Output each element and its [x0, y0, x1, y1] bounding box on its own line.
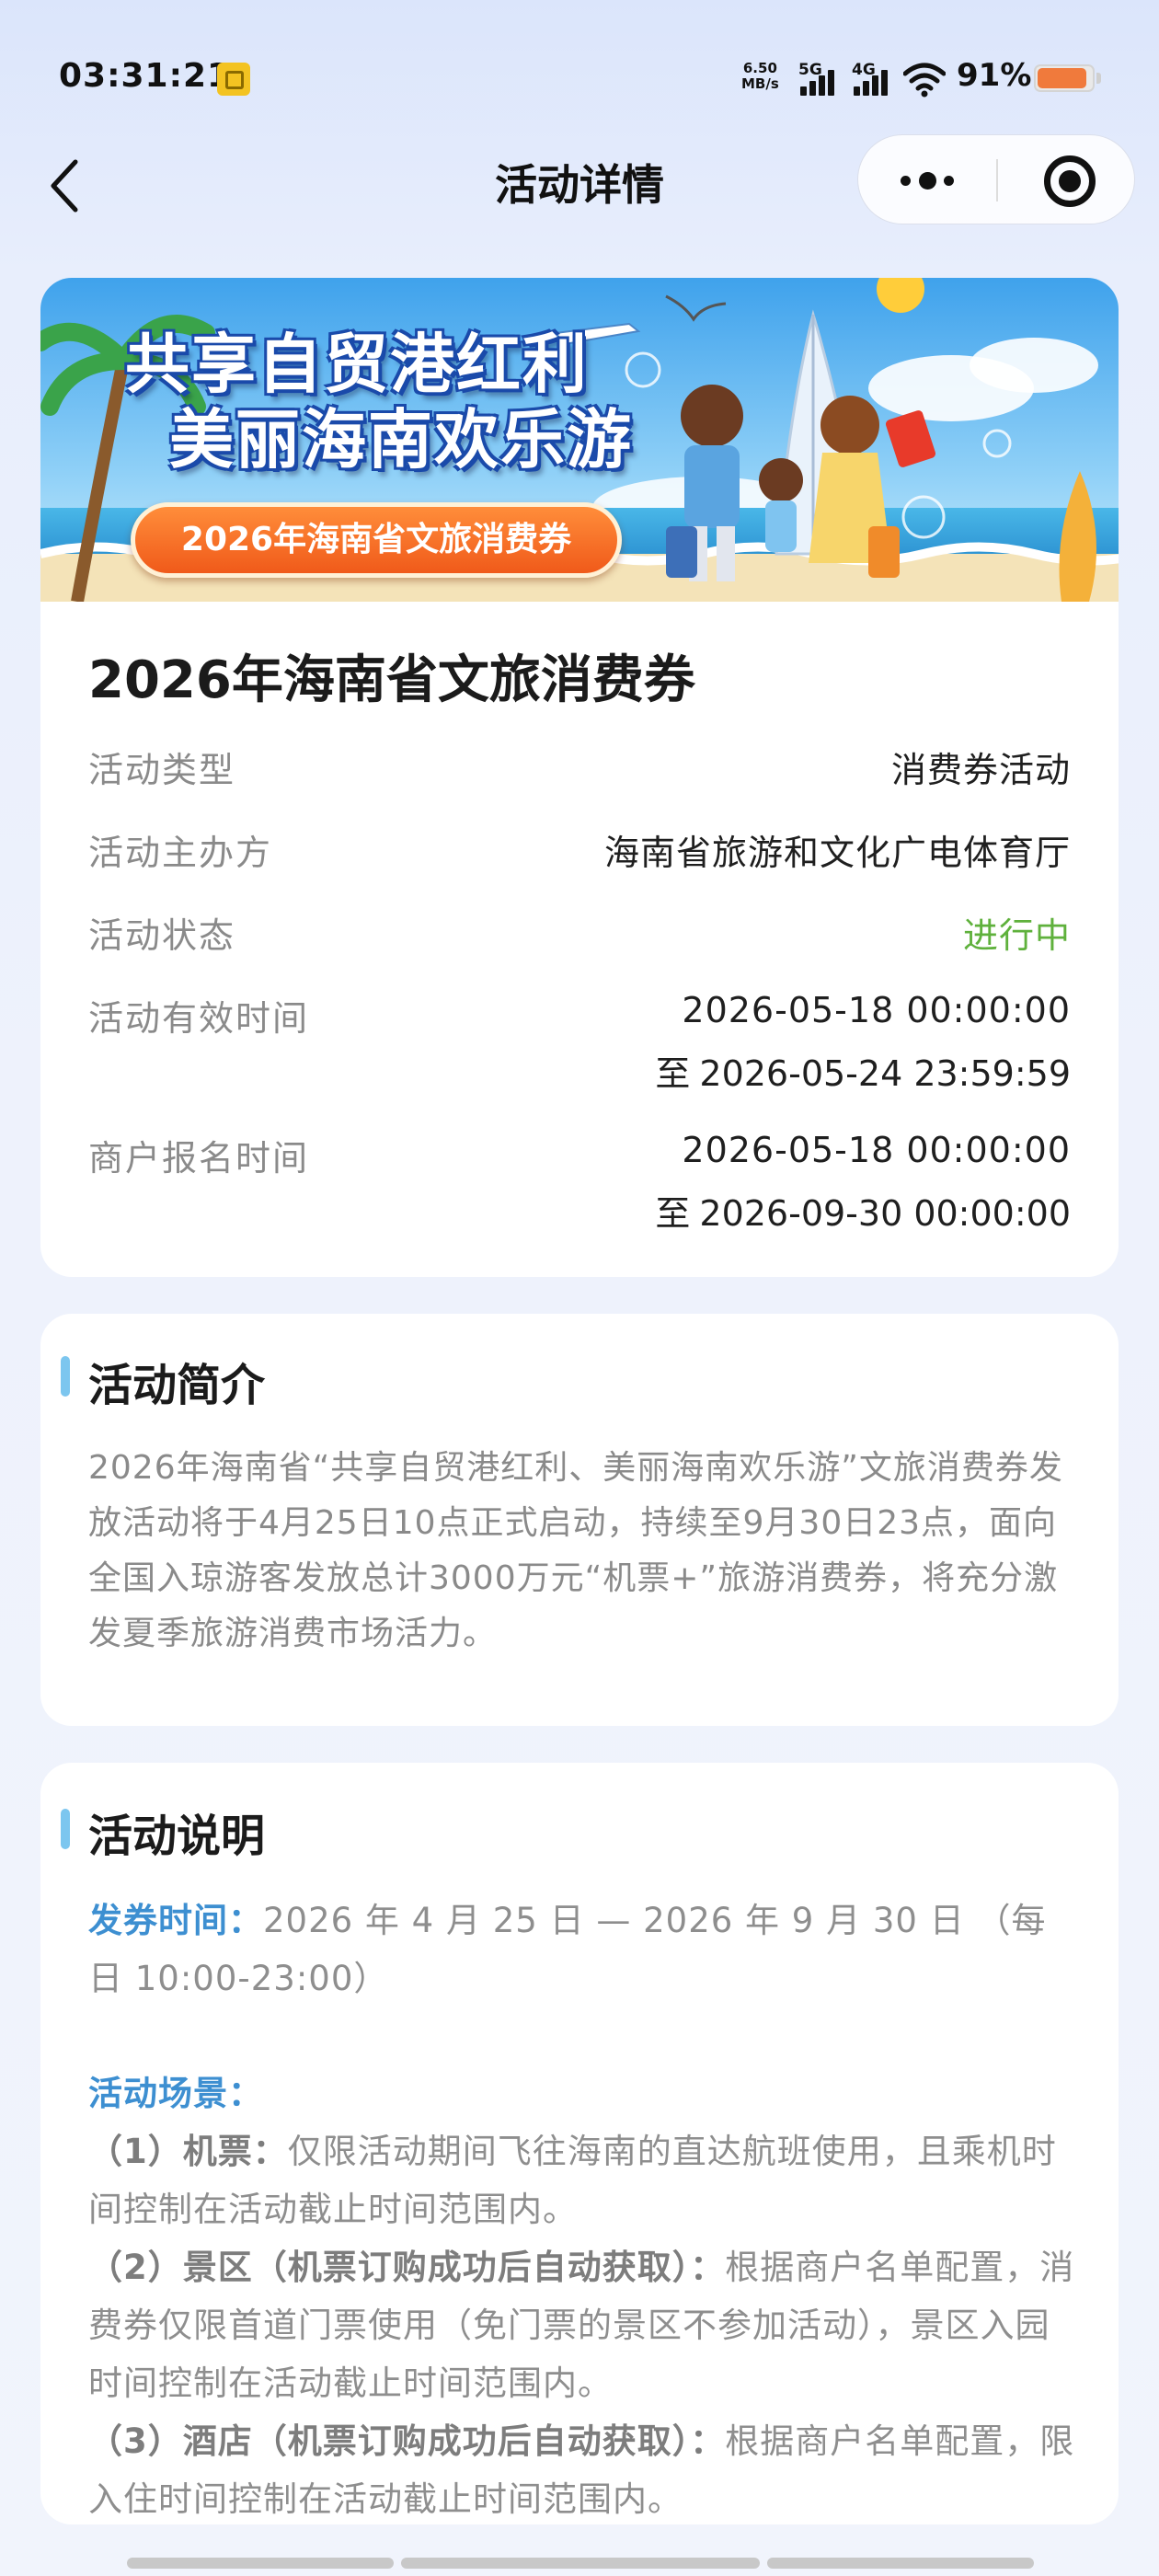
info-label: 活动有效时间	[88, 998, 310, 1039]
section-heading-intro: 活动简介	[88, 1360, 266, 1411]
to-prefix: 至	[655, 1193, 691, 1234]
intro-text: 2026年海南省“共享自贸港红利、美丽海南欢乐游”文旅消费券发放活动将于4月25…	[88, 1449, 1063, 1652]
battery-tip	[1096, 73, 1101, 84]
network-speed-value: 6.50	[742, 60, 777, 76]
scene-item-scenic: （2）景区（机票订购成功后自动获取）：根据商户名单配置，消费券仅限首道门票使用（…	[88, 2238, 1078, 2412]
activity-info-card: 共享自贸港红利 美丽海南欢乐游 2026年海南省文旅消费券 2026年海南省文旅…	[40, 278, 1119, 1277]
wifi-icon	[903, 63, 946, 98]
description-body: 发券时间：2026 年 4 月 25 日 — 2026 年 9 月 30 日 （…	[88, 1892, 1078, 2524]
info-value: 消费券活动	[890, 750, 1071, 790]
battery-icon	[1034, 64, 1095, 92]
home-indicator[interactable]	[127, 2558, 394, 2569]
activity-banner[interactable]: 共享自贸港红利 美丽海南欢乐游 2026年海南省文旅消费券	[40, 278, 1119, 602]
more-button[interactable]	[858, 135, 996, 225]
banner-pill-label: 2026年海南省文旅消费券	[131, 502, 622, 578]
back-button[interactable]	[40, 147, 96, 215]
info-value-end-time: 2026-09-30 00:00:00	[699, 1193, 1071, 1234]
activity-intro-card: 活动简介 2026年海南省“共享自贸港红利、美丽海南欢乐游”文旅消费券发放活动将…	[40, 1314, 1119, 1726]
cell-signal-5g-icon: 5G	[798, 61, 846, 98]
home-indicator[interactable]	[401, 2558, 760, 2569]
to-prefix: 至	[655, 1053, 691, 1094]
banner-headline-2: 美丽海南欢乐游	[169, 402, 633, 477]
scene-item-hotel: （3）酒店（机票订购成功后自动获取）：根据商户名单配置，限入住时间控制在活动截止…	[88, 2412, 1078, 2524]
status-time: 03:31:21	[59, 57, 232, 95]
info-value: 海南省旅游和文化广电体育厅	[603, 833, 1071, 873]
scene-item-flight: （1）机票：仅限活动期间飞往海南的直达航班使用，且乘机时间控制在活动截止时间范围…	[88, 2122, 1078, 2238]
status-bar: 03:31:21 6.50 MB/s 5G 4G 91%	[0, 0, 1159, 156]
info-value-end: 至 2026-09-30 00:00:00	[655, 1185, 1071, 1236]
info-value: 2026-05-18 00:00:00	[682, 990, 1071, 1030]
issue-time-label: 发券时间：	[88, 1901, 263, 1940]
section-heading-description: 活动说明	[88, 1811, 266, 1862]
battery-percent: 91%	[957, 57, 1032, 94]
info-value: 2026-05-18 00:00:00	[682, 1130, 1071, 1170]
activity-description-card: 活动说明 发券时间：2026 年 4 月 25 日 — 2026 年 9 月 3…	[40, 1763, 1119, 2524]
notification-icon	[217, 63, 250, 96]
info-label: 活动状态	[88, 915, 236, 956]
info-value-end: 至 2026-05-24 23:59:59	[655, 1045, 1071, 1096]
scene-item-head: （1）机票：	[88, 2132, 288, 2171]
home-indicator[interactable]	[767, 2558, 1034, 2569]
activity-name: 2026年海南省文旅消费券	[88, 650, 695, 710]
scene-item-head: （3）酒店（机票订购成功后自动获取）：	[88, 2421, 726, 2461]
mini-program-capsule	[857, 134, 1135, 224]
info-value-end-time: 2026-05-24 23:59:59	[699, 1053, 1071, 1094]
battery-level-fill	[1038, 68, 1086, 88]
more-dots-icon	[901, 176, 911, 186]
scene-label: 活动场景：	[88, 2074, 263, 2113]
section-accent-bar	[61, 1356, 70, 1397]
status-badge: 进行中	[962, 915, 1071, 956]
page-title: 活动详情	[495, 160, 664, 210]
issue-time-paragraph: 发券时间：2026 年 4 月 25 日 — 2026 年 9 月 30 日 （…	[88, 1892, 1078, 2007]
scene-item-head: （2）景区（机票订购成功后自动获取）：	[88, 2248, 726, 2287]
info-label: 商户报名时间	[88, 1138, 310, 1179]
close-mini-program-button[interactable]	[998, 135, 1136, 225]
network-speed: 6.50 MB/s	[741, 61, 779, 92]
info-label: 活动类型	[88, 750, 236, 790]
info-label: 活动主办方	[88, 833, 273, 873]
cell-signal-4g-icon: 4G	[852, 61, 900, 98]
section-accent-bar	[61, 1809, 70, 1849]
chevron-left-icon	[51, 159, 78, 213]
network-speed-unit: MB/s	[741, 75, 779, 92]
